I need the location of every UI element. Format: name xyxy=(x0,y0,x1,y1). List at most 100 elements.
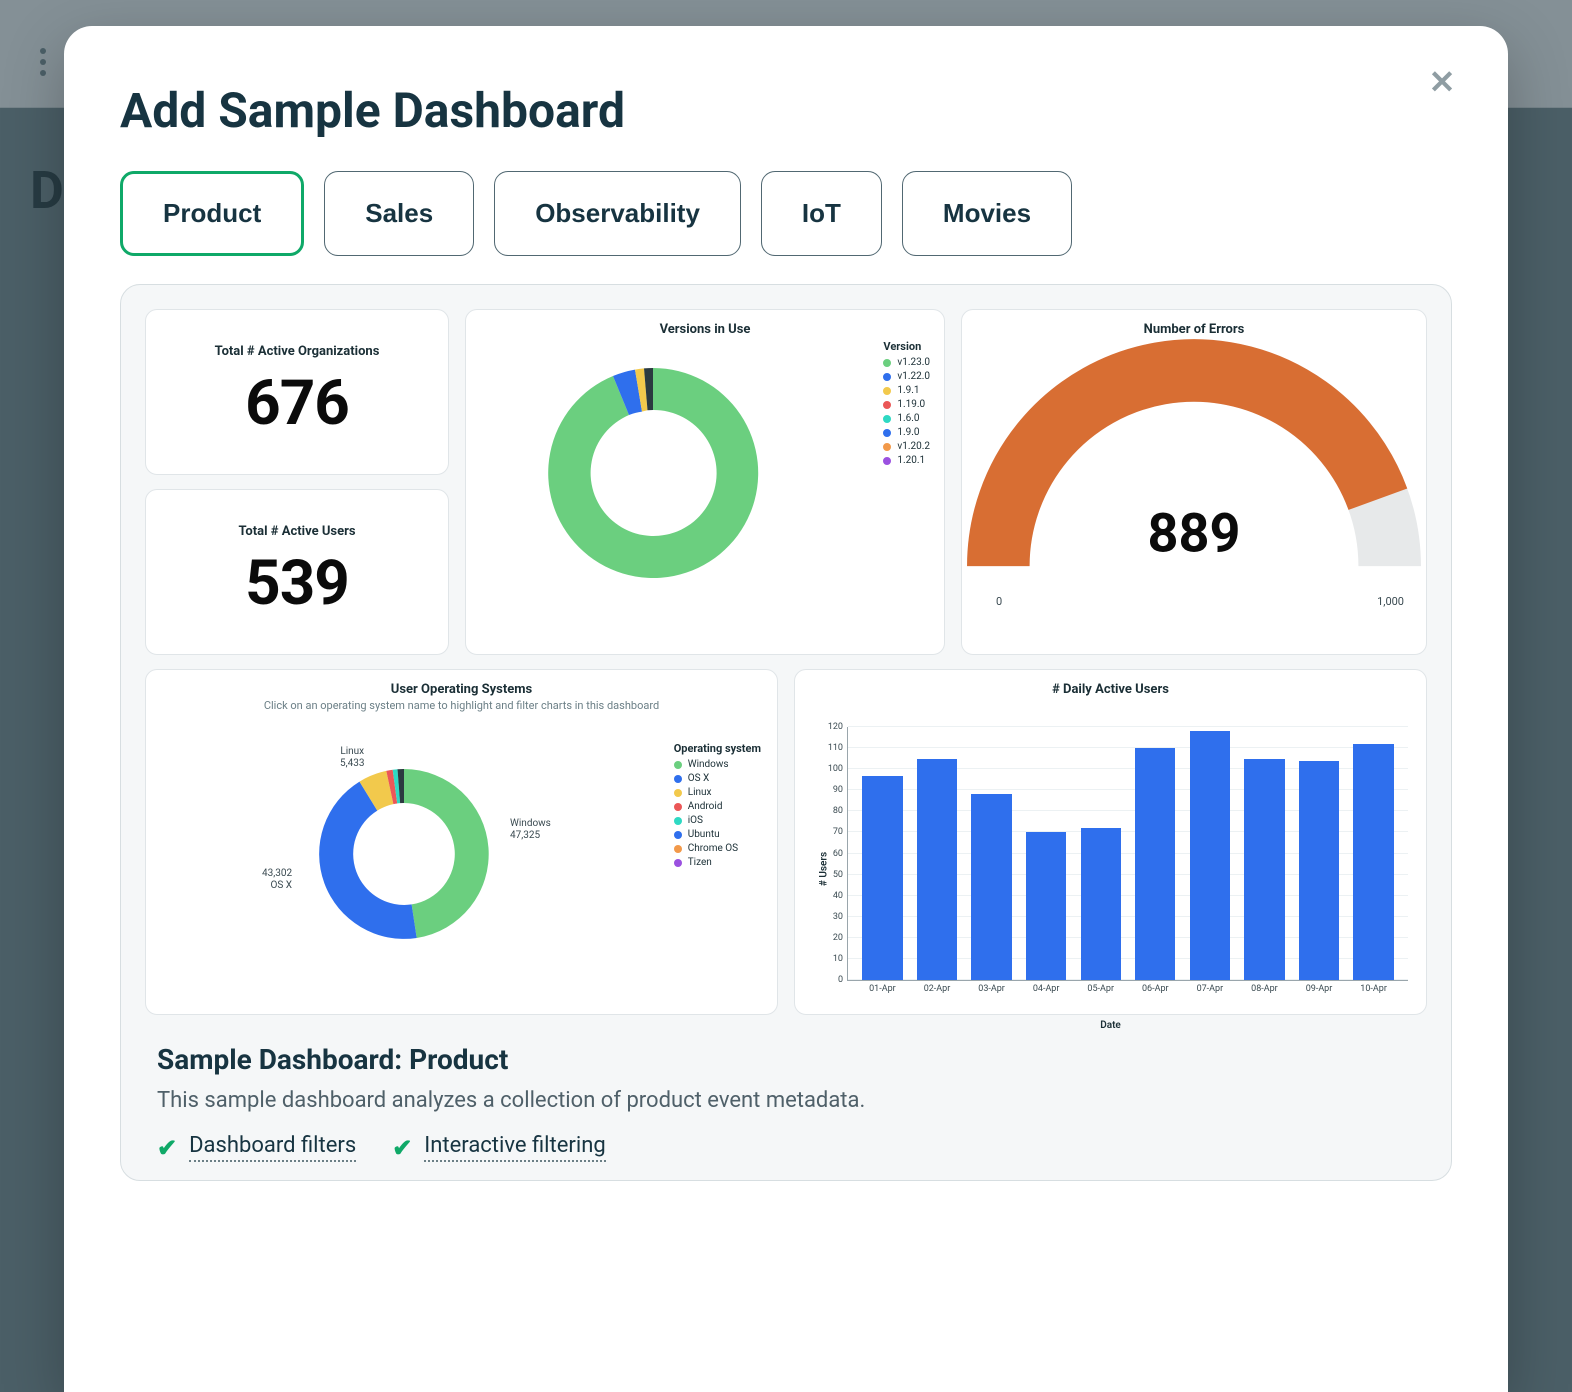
x-tick: 07-Apr xyxy=(1197,980,1224,994)
sample-info-description: This sample dashboard analyzes a collect… xyxy=(157,1088,1415,1113)
x-tick: 02-Apr xyxy=(924,980,951,994)
legend-swatch-icon xyxy=(883,429,891,437)
gridline xyxy=(848,726,1408,727)
feature-item: ✔ Dashboard filters xyxy=(157,1133,356,1162)
legend-title: Operating system xyxy=(674,742,761,756)
os-legend: Operating system WindowsOS XLinuxAndroid… xyxy=(674,742,761,870)
y-tick: 40 xyxy=(833,891,848,901)
legend-swatch-icon xyxy=(674,761,682,769)
sample-info-heading: Sample Dashboard: Product xyxy=(157,1043,1415,1076)
legend-item[interactable]: Tizen xyxy=(674,856,761,870)
bar xyxy=(1026,832,1066,980)
legend-label: v1.20.2 xyxy=(897,440,930,454)
legend-swatch-icon xyxy=(674,803,682,811)
legend-swatch-icon xyxy=(883,373,891,381)
legend-item[interactable]: v1.23.0 xyxy=(883,356,930,370)
legend-item[interactable]: v1.20.2 xyxy=(883,440,930,454)
versions-legend: Version v1.23.0v1.22.01.9.11.19.01.6.01.… xyxy=(883,340,930,468)
legend-label: v1.22.0 xyxy=(897,370,930,384)
legend-swatch-icon xyxy=(674,831,682,839)
card-title: User Operating Systems xyxy=(146,670,777,697)
x-tick: 03-Apr xyxy=(978,980,1005,994)
legend-item[interactable]: v1.22.0 xyxy=(883,370,930,384)
x-tick: 04-Apr xyxy=(1033,980,1060,994)
bar xyxy=(1081,828,1121,980)
card-title: Total # Active Organizations xyxy=(207,344,388,359)
legend-label: 1.6.0 xyxy=(897,412,919,426)
callout-linux: Linux 5,433 xyxy=(340,746,364,770)
x-tick: 01-Apr xyxy=(869,980,896,994)
tab-sales[interactable]: Sales xyxy=(324,171,474,256)
y-tick: 30 xyxy=(833,912,848,922)
legend-item[interactable]: 1.6.0 xyxy=(883,412,930,426)
legend-item[interactable]: Chrome OS xyxy=(674,842,761,856)
versions-donut-chart xyxy=(518,338,788,608)
legend-item[interactable]: 1.9.1 xyxy=(883,384,930,398)
legend-item[interactable]: OS X xyxy=(674,772,761,786)
card-number-of-errors: Number of Errors 889 0 1,000 xyxy=(961,309,1427,655)
close-icon: ✕ xyxy=(1429,63,1456,101)
close-button[interactable]: ✕ xyxy=(1420,60,1464,104)
legend-item[interactable]: Windows xyxy=(674,758,761,772)
card-title: Versions in Use xyxy=(466,310,944,337)
legend-item[interactable]: Android xyxy=(674,800,761,814)
y-tick: 10 xyxy=(833,954,848,964)
x-tick: 06-Apr xyxy=(1142,980,1169,994)
card-title: # Daily Active Users xyxy=(795,670,1426,697)
gridline xyxy=(848,747,1408,748)
legend-label: Android xyxy=(688,800,723,814)
dau-bar-chart: 010203040506070809010011012001-Apr02-Apr… xyxy=(847,727,1408,981)
card-subtitle: Click on an operating system name to hig… xyxy=(146,697,777,712)
x-tick: 10-Apr xyxy=(1360,980,1387,994)
os-donut-chart xyxy=(304,754,504,954)
legend-swatch-icon xyxy=(883,415,891,423)
legend-item[interactable]: 1.19.0 xyxy=(883,398,930,412)
legend-label: Chrome OS xyxy=(688,842,738,856)
card-title: Number of Errors xyxy=(962,310,1426,337)
legend-item[interactable]: Linux xyxy=(674,786,761,800)
gauge-max-tick: 1,000 xyxy=(1377,595,1404,608)
bar xyxy=(1299,761,1339,980)
legend-swatch-icon xyxy=(883,359,891,367)
card-user-operating-systems: User Operating Systems Click on an opera… xyxy=(145,669,778,1015)
modal-title: Add Sample Dashboard xyxy=(120,82,1452,139)
card-active-organizations: Total # Active Organizations 676 xyxy=(145,309,449,475)
sample-tabs: ProductSalesObservabilityIoTMovies xyxy=(120,171,1452,256)
check-icon: ✔ xyxy=(392,1134,412,1162)
bar xyxy=(917,759,957,980)
tab-observability[interactable]: Observability xyxy=(494,171,741,256)
stat-value: 676 xyxy=(245,367,349,440)
y-tick: 110 xyxy=(828,743,848,753)
feature-item: ✔ Interactive filtering xyxy=(392,1133,606,1162)
card-active-users: Total # Active Users 539 xyxy=(145,489,449,655)
legend-item[interactable]: 1.9.0 xyxy=(883,426,930,440)
card-daily-active-users: # Daily Active Users # Users Date 010203… xyxy=(794,669,1427,1015)
bar xyxy=(1244,759,1284,980)
legend-label: Windows xyxy=(688,758,729,772)
callout-osx: 43,302 OS X xyxy=(262,868,292,892)
legend-label: OS X xyxy=(688,772,710,786)
legend-item[interactable]: iOS xyxy=(674,814,761,828)
legend-swatch-icon xyxy=(674,789,682,797)
add-sample-dashboard-modal: ✕ Add Sample Dashboard ProductSalesObser… xyxy=(64,26,1508,1392)
tab-movies[interactable]: Movies xyxy=(902,171,1072,256)
gauge-value: 889 xyxy=(1148,502,1241,565)
y-tick: 50 xyxy=(833,870,848,880)
legend-label: v1.23.0 xyxy=(897,356,930,370)
tab-iot[interactable]: IoT xyxy=(761,171,882,256)
tab-product[interactable]: Product xyxy=(120,171,304,256)
legend-label: 1.20.1 xyxy=(897,454,925,468)
y-tick: 20 xyxy=(833,933,848,943)
stat-value: 539 xyxy=(245,547,349,620)
feature-label[interactable]: Interactive filtering xyxy=(424,1133,605,1162)
legend-label: iOS xyxy=(688,814,703,828)
bar xyxy=(971,794,1011,980)
y-tick: 60 xyxy=(833,849,848,859)
legend-swatch-icon xyxy=(883,401,891,409)
legend-item[interactable]: 1.20.1 xyxy=(883,454,930,468)
legend-item[interactable]: Ubuntu xyxy=(674,828,761,842)
feature-label[interactable]: Dashboard filters xyxy=(189,1133,356,1162)
check-icon: ✔ xyxy=(157,1134,177,1162)
x-tick: 05-Apr xyxy=(1087,980,1114,994)
legend-swatch-icon xyxy=(674,845,682,853)
